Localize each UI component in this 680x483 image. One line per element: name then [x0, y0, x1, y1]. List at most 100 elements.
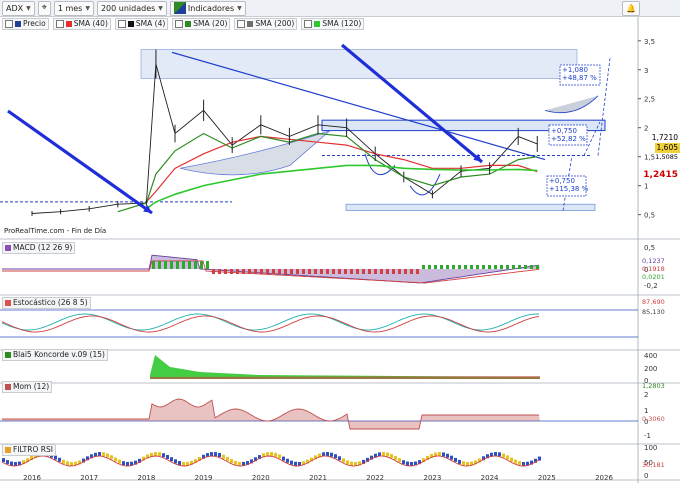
- rsi-band-block: [278, 454, 281, 459]
- panel-line: [1, 315, 540, 333]
- x-tick-label: 2018: [137, 474, 155, 482]
- x-tick-label: 2016: [23, 474, 41, 482]
- rsi-band-block: [438, 452, 441, 457]
- y-tick-label: 3: [644, 67, 648, 75]
- x-tick-label: 2021: [309, 474, 327, 482]
- macd-histogram-bar: [194, 261, 197, 269]
- macd-histogram-bar: [170, 261, 173, 269]
- rsi-band-block: [122, 461, 125, 466]
- units-label: 200 unidades: [100, 3, 156, 13]
- panel-mom-label: Mom (12): [2, 381, 53, 393]
- macd-value: 0,1918: [642, 265, 665, 273]
- macd-histogram-bar: [488, 265, 491, 269]
- macd-histogram-bar: [500, 265, 503, 269]
- annotation-3: +0,750 +115,38 %: [549, 177, 589, 193]
- rsi-band-block: [210, 452, 213, 457]
- macd-histogram-bar: [530, 265, 533, 269]
- rsi-band-block: [510, 457, 513, 462]
- macd-histogram-bar: [440, 265, 443, 269]
- macd-histogram-bar: [494, 265, 497, 269]
- y-tick-label: 2,5: [644, 96, 655, 104]
- rsi-band-block: [518, 461, 521, 466]
- macd-histogram-bar: [392, 269, 395, 274]
- rsi-band-block: [390, 453, 393, 458]
- macd-histogram-bar: [242, 269, 245, 274]
- macd-histogram-bar: [278, 269, 281, 274]
- macd-histogram-bar: [422, 265, 425, 269]
- macd-histogram-bar: [188, 261, 191, 269]
- blai5-label-text: Blai5 Koncorde v.09 (15): [13, 350, 105, 359]
- rsi-band-block: [102, 452, 105, 457]
- macd-value: 0,0201: [642, 273, 665, 281]
- macd-histogram-bar: [338, 269, 341, 274]
- rsi-band-block: [158, 452, 161, 457]
- chart-canvas[interactable]: 2016 2017 2018 2019 2020 2021 2022 2023 2024 2025…: [0, 17, 680, 483]
- macd-histogram-bar: [302, 269, 305, 274]
- rsi-band-block: [338, 456, 341, 461]
- blai5-tick: 400: [644, 352, 657, 360]
- symbol-selector[interactable]: ADX ▼: [2, 0, 35, 16]
- rsi-band-block: [522, 461, 525, 466]
- annotation-2: +0,750 +52,82 %: [551, 127, 586, 143]
- macd-histogram-bar: [236, 269, 239, 274]
- blai5-value: 1,2803: [642, 382, 665, 390]
- macd-histogram-bar: [260, 269, 263, 274]
- price-tag-sma40: 1,2415: [643, 170, 678, 180]
- macd-histogram-bar: [230, 269, 233, 274]
- symbol-label: ADX: [6, 3, 24, 13]
- macd-histogram-bar: [272, 269, 275, 274]
- rsi-band-block: [294, 461, 297, 466]
- macd-histogram-bar: [350, 269, 353, 274]
- chevron-down-icon: ▼: [158, 4, 163, 12]
- rsi-band-block: [498, 452, 501, 457]
- macd-histogram-bar: [308, 269, 311, 274]
- indicators-button[interactable]: Indicadores ▼: [169, 0, 246, 16]
- mom-tick: 2: [644, 391, 648, 399]
- macd-histogram-bar: [416, 269, 419, 274]
- x-tick-label: 2017: [80, 474, 98, 482]
- rsi-band-block: [326, 452, 329, 457]
- crosshair-icon: ⌖: [41, 3, 47, 13]
- rsi-band-block: [330, 452, 333, 457]
- macd-histogram-bar: [452, 265, 455, 269]
- rsi-band-block: [406, 461, 409, 466]
- rsi-band-block: [226, 456, 229, 461]
- alert-button[interactable]: 🔔: [622, 0, 640, 16]
- rsi-label-text: FILTRO RSI: [13, 445, 53, 454]
- rsi-band-block: [442, 452, 445, 457]
- rsi-band-block: [290, 460, 293, 465]
- crosshair-button[interactable]: ⌖: [37, 0, 51, 16]
- rsi-band-block: [166, 455, 169, 460]
- toolbar: ADX ▼ ⌖ 1 mes ▼ 200 unidades ▼ Indicador…: [0, 0, 680, 17]
- target-zone-box: [140, 49, 578, 79]
- x-tick-label: 2022: [366, 474, 384, 482]
- rsi-band-block: [514, 459, 517, 464]
- macd-histogram-bar: [386, 269, 389, 274]
- rsi-band-block: [62, 459, 65, 464]
- macd-histogram-bar: [410, 269, 413, 274]
- rsi-band-block: [274, 452, 277, 457]
- stoch-value: 87,690: [642, 298, 665, 306]
- mom-value: 0,3060: [642, 415, 665, 423]
- rsi-band-block: [154, 452, 157, 457]
- panel-stoch-label: Estocástico (26 8 5): [2, 297, 91, 309]
- chevron-down-icon: ▼: [85, 4, 90, 12]
- rsi-band-block: [282, 456, 285, 461]
- rsi-band-block: [494, 452, 497, 457]
- rsi-band-block: [234, 460, 237, 465]
- macd-histogram-bar: [434, 265, 437, 269]
- indicators-icon: [173, 2, 186, 14]
- rsi-band-block: [178, 461, 181, 466]
- rsi-band-block: [174, 459, 177, 464]
- units-selector[interactable]: 200 unidades ▼: [96, 0, 167, 16]
- panel-rsi-label: FILTRO RSI: [2, 444, 56, 456]
- x-tick-label: 2026: [595, 474, 613, 482]
- rsi-band-block: [398, 458, 401, 463]
- rsi-band-block: [58, 457, 61, 462]
- macd-histogram-bar: [152, 261, 155, 269]
- rsi-band-block: [182, 461, 185, 466]
- macd-histogram-bar: [326, 269, 329, 274]
- rsi-band-block: [270, 452, 273, 457]
- timeframe-selector[interactable]: 1 mes ▼: [53, 0, 94, 16]
- y-tick-label: 1: [644, 183, 648, 191]
